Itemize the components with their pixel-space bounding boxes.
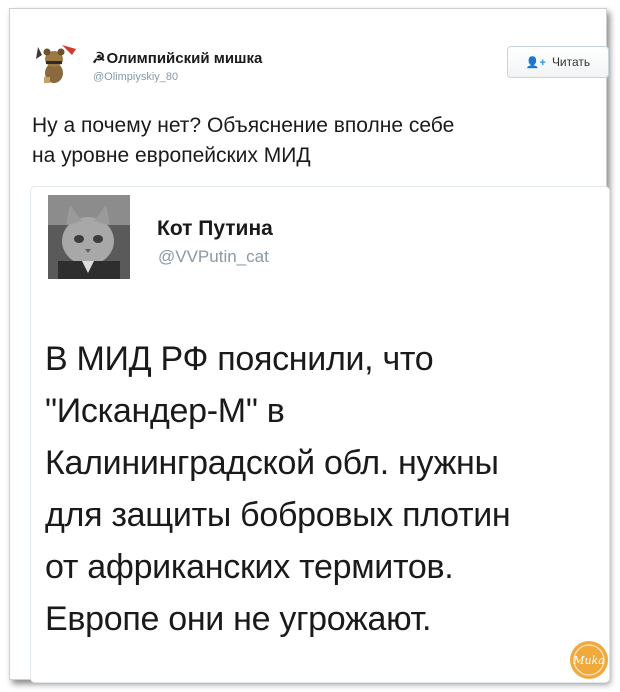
tweet-text-line: Ну а почему нет? Объяснение вполне себе: [32, 114, 455, 137]
quoted-text-line: "Искандер-М" в: [45, 392, 285, 430]
quoted-text-line: для защиты бобровых плотин: [45, 496, 511, 534]
quoted-author-avatar[interactable]: [48, 195, 130, 279]
follow-button-label: Читать: [551, 55, 591, 69]
tweet-text-line: на уровне европейских МИД: [32, 144, 311, 167]
quoted-text-line: Европе они не угрожают.: [45, 600, 432, 638]
tweet-frame: ☭Олимпийский мишка @Olimpiyskiy_80 👤+ Чи…: [9, 8, 610, 683]
hammer-sickle-icon: ☭: [92, 50, 106, 67]
quoted-tweet-card[interactable]: Кот Путина @VVPutin_cat В МИД РФ пояснил…: [30, 186, 610, 683]
quoted-text-line: Калининградской обл. нужны: [45, 444, 499, 482]
follow-button[interactable]: 👤+ Читать: [507, 46, 609, 78]
quoted-author-name[interactable]: Кот Путина: [157, 217, 273, 241]
quoted-text-line: от африканских термитов.: [45, 548, 454, 586]
add-user-icon: 👤+: [525, 56, 546, 69]
tweet-text: Ну а почему нет? Объяснение вполне себе …: [32, 111, 592, 171]
quoted-text-line: В МИД РФ пояснили, что: [45, 340, 434, 378]
quoted-tweet-text: В МИД РФ пояснили, что "Искандер-М" в Ка…: [45, 333, 605, 645]
author-name-label: Олимпийский мишка: [106, 50, 263, 67]
watermark-logo: Muka: [570, 641, 608, 679]
author-handle[interactable]: @Olimpiyskiy_80: [93, 71, 178, 83]
svg-text:Muka: Muka: [572, 654, 605, 667]
author-avatar[interactable]: [32, 39, 80, 85]
quoted-author-handle[interactable]: @VVPutin_cat: [158, 247, 269, 267]
author-name[interactable]: ☭Олимпийский мишка: [92, 49, 262, 67]
